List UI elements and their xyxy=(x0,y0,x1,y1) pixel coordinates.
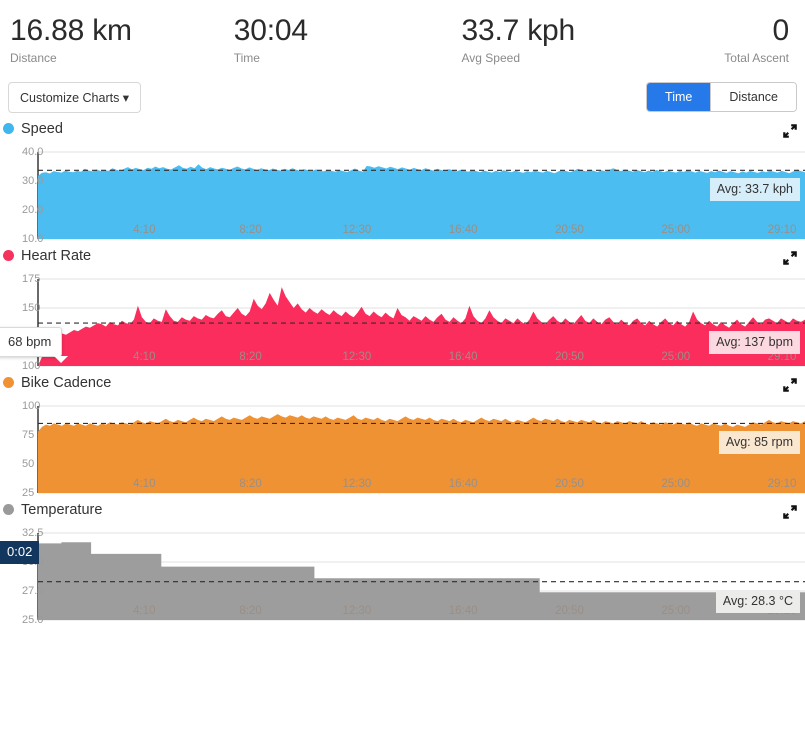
metric-label: Distance xyxy=(10,51,57,65)
series-area xyxy=(38,542,805,620)
metric-value: 16.88 km xyxy=(10,14,132,47)
chart-header-heart-rate: Heart Rate xyxy=(0,247,805,271)
plot-area-speed[interactable]: 40.0 30.0 20.0 10.0 4:10 8:20 12:30 16:40 20:50 2… xyxy=(0,144,805,247)
metric-label: Total Ascent xyxy=(724,51,789,65)
toggle-time[interactable]: Time xyxy=(647,83,711,111)
chart-svg xyxy=(37,532,805,621)
chart-title-heart-rate: Heart Rate xyxy=(21,247,92,264)
metric-label: Time xyxy=(233,51,260,65)
charts-container: Speed 40.0 30.0 20.0 10.0 4:10 8:20 12:30 16:40 2… xyxy=(0,120,805,628)
expand-chart-icon[interactable] xyxy=(782,250,798,266)
chart-svg xyxy=(37,278,805,367)
toggle-distance[interactable]: Distance xyxy=(710,83,796,111)
series-color-dot xyxy=(3,377,14,389)
expand-chart-icon[interactable] xyxy=(782,123,798,139)
hover-time-badge: 0:02 xyxy=(0,541,40,564)
chart-header-bike-cadence: Bike Cadence xyxy=(0,374,805,398)
expand-chart-icon[interactable] xyxy=(782,377,798,393)
metric-value: 30:04 xyxy=(233,14,308,47)
series-color-dot xyxy=(3,123,14,135)
metric-distance: 16.88 km Distance xyxy=(8,14,174,80)
series-area xyxy=(38,414,805,493)
summary-metrics: 16.88 km Distance 30:04 Time 33.7 kph Av… xyxy=(0,0,805,80)
plot-area-temperature[interactable]: 32.530.027.525.04:108:2012:3016:4020:502… xyxy=(0,525,805,628)
chart-controls: Customize Charts ▾ Time Distance xyxy=(0,80,805,120)
metric-value: 33.7 kph xyxy=(461,14,576,47)
expand-chart-icon[interactable] xyxy=(782,504,798,520)
chart-block-speed: Speed 40.0 30.0 20.0 10.0 4:10 8:20 12:30 16:40 2… xyxy=(0,120,805,247)
series-area xyxy=(38,164,805,239)
axis-toggle-group: Time Distance xyxy=(646,82,797,112)
metric-avg-speed: 33.7 kph Avg Speed xyxy=(398,14,626,80)
hover-value-tooltip: 68 bpm xyxy=(0,327,69,363)
plot-area-bike-cadence[interactable]: 100 75 50 25 4:10 8:20 12:30 16:40 20:50 25:00 29:… xyxy=(0,398,805,501)
series-color-dot xyxy=(3,250,14,262)
chart-svg xyxy=(37,405,805,494)
chart-header-speed: Speed xyxy=(0,120,805,144)
metric-time: 30:04 Time xyxy=(174,14,398,80)
chart-title-temperature: Temperature xyxy=(21,501,103,518)
series-area xyxy=(38,287,805,366)
chart-title-bike-cadence: Bike Cadence xyxy=(21,374,112,391)
metric-total-ascent: 0 Total Ascent xyxy=(625,14,797,80)
chart-block-bike-cadence: Bike Cadence 100 75 50 25 4:10 8:20 12:30 16:40 2… xyxy=(0,374,805,501)
customize-charts-button[interactable]: Customize Charts ▾ xyxy=(8,82,142,113)
series-color-dot xyxy=(3,504,14,516)
metric-value: 0 xyxy=(772,14,790,47)
chart-header-temperature: Temperature xyxy=(0,501,805,525)
chart-title-speed: Speed xyxy=(21,120,63,137)
plot-area-heart-rate[interactable]: 1751501251004:108:2012:3016:4020:5025:00… xyxy=(0,271,805,374)
chart-svg xyxy=(37,151,805,240)
chart-block-temperature: Temperature 32.530.027.525.04:108:2012:30… xyxy=(0,501,805,628)
chart-block-heart-rate: Heart Rate 1751501251004:108:2012:3016:40… xyxy=(0,247,805,374)
metric-label: Avg Speed xyxy=(461,51,521,65)
